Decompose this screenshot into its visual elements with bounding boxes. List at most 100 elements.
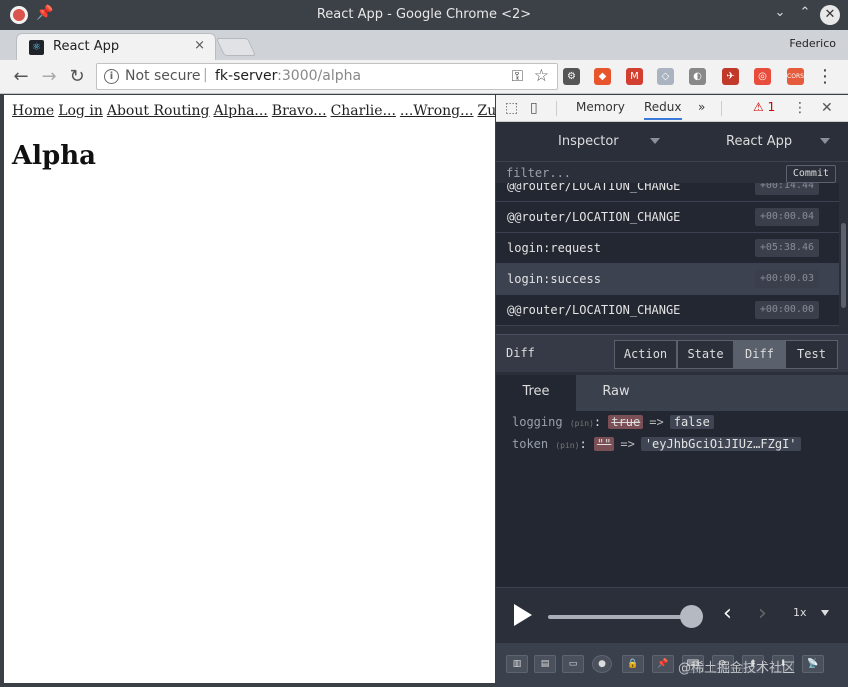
extension-target-icon[interactable]: ◎ [754,68,771,85]
speed-select[interactable]: 1x [793,606,807,619]
new-value: false [669,415,714,429]
tab-close-icon[interactable]: × [194,38,205,53]
chevron-down-icon[interactable] [820,138,830,144]
pin-icon[interactable]: 📌 [652,655,674,673]
page-title: Alpha [12,141,96,171]
maximize-icon[interactable]: ⌃ [795,5,815,20]
extension-gmail-icon[interactable]: M [626,68,643,85]
tab-memory[interactable]: Memory [576,100,625,114]
tab-react-app[interactable]: ⚛ React App × [16,33,216,60]
timeline-handle[interactable] [680,605,703,628]
nav-link[interactable]: ...Wrong... [400,103,474,119]
action-row[interactable]: @@router/LOCATION_CHANGE +00:00.00 [496,295,839,326]
chevron-down-icon[interactable] [821,610,829,616]
diff-key: logging [512,415,563,429]
extension-brave-icon[interactable]: ◆ [594,68,611,85]
left-panel-icon[interactable]: ▥ [506,655,528,673]
monitor-tab-diff[interactable]: Diff [734,340,785,369]
view-tabs: Tree Raw [496,375,848,411]
monitor-select[interactable]: Inspector [558,128,619,156]
address-bar[interactable]: i Not secure | fk-server:3000/alpha ⚿ ☆ [96,63,558,90]
bottom-panel-icon[interactable]: ▭ [562,655,584,673]
commit-button[interactable]: Commit [785,165,836,183]
view-tab-raw[interactable]: Raw [576,375,656,411]
inspector-bar: Inspector React App [496,122,848,162]
action-list: @@router/LOCATION_CHANGE +00:14.44 @@route… [496,183,839,333]
view-tab-tree[interactable]: Tree [496,375,576,411]
scrollbar-thumb[interactable] [841,223,846,308]
page-content: Home Log in About Routing Alpha... Bravo... C… [4,95,548,683]
remote-icon[interactable]: 📡 [802,655,824,673]
action-row[interactable]: @@router/LOCATION_CHANGE +00:14.44 [496,183,839,202]
warning-count-value: 1 [767,100,776,114]
extension-gear-icon[interactable]: ⚙ [563,68,580,85]
action-name: login:request [507,241,601,255]
warning-count[interactable]: ⚠ 1 [753,100,775,114]
action-time: +00:00.03 [754,270,819,288]
devtools-tabbar: ⬚ ▯ Memory Redux » ⚠ 1 ⋮ ✕ [496,95,848,122]
action-row[interactable]: login:success +00:00.03 [496,264,839,295]
nav-link[interactable]: Charlie... [331,103,396,119]
devtools-menu-icon[interactable]: ⋮ [793,100,807,116]
action-name: login:success [507,272,601,286]
info-icon[interactable]: i [104,69,119,84]
new-tab-button[interactable] [215,38,257,56]
old-value: true [608,415,644,429]
extension-dropbox-icon[interactable]: ◇ [657,68,674,85]
key-icon[interactable]: ⚿ [512,67,523,85]
action-name: @@router/LOCATION_CHANGE [507,303,681,317]
forward-arrow-icon[interactable]: → [38,66,60,87]
slider-player: ‹ › 1x [496,587,848,643]
window-title-bar: 📌 React App - Google Chrome <2> ⌄ ⌃ ✕ [0,0,848,30]
action-row[interactable]: login:request +05:38.46 [496,233,839,264]
monitor-tab-state[interactable]: State [677,340,734,369]
url-text[interactable]: fk-server:3000/alpha [215,68,361,84]
new-value: 'eyJhbGciOiJIUz…FZgI' [640,437,801,451]
chrome-menu-icon[interactable]: ⋮ [816,66,834,87]
back-arrow-icon[interactable]: ← [10,66,32,87]
action-list-scrollbar[interactable] [839,183,848,333]
pin-label: (pin) [555,441,580,450]
action-row[interactable]: @@router/LOCATION_CHANGE +00:00.04 [496,202,839,233]
window-close-icon[interactable]: ✕ [820,5,840,25]
nav-link[interactable]: Log in [58,103,103,119]
action-name: @@router/LOCATION_CHANGE [507,210,681,224]
extension-flag-icon[interactable]: ✈ [722,68,739,85]
chevron-down-icon[interactable] [650,138,660,144]
bookmark-star-icon[interactable]: ☆ [534,66,549,86]
nav-link[interactable]: About Routing [107,103,210,119]
lock-icon[interactable]: 🔒 [622,655,644,673]
monitor-label: Diff [506,346,535,360]
step-forward-icon[interactable]: › [758,601,767,626]
devtools-panel: ⬚ ▯ Memory Redux » ⚠ 1 ⋮ ✕ Inspector Rea… [496,95,848,687]
step-back-icon[interactable]: ‹ [723,601,732,626]
tab-redux[interactable]: Redux [644,100,682,120]
inspect-element-icon[interactable]: ⬚ [505,100,518,116]
nav-link[interactable]: Alpha... [214,103,268,119]
filter-input[interactable]: filter... [506,166,571,180]
minimize-icon[interactable]: ⌄ [770,5,790,20]
extension-cors-icon[interactable]: CORS [787,68,804,85]
instance-select[interactable]: React App [726,128,792,156]
monitor-tab-test[interactable]: Test [785,340,838,369]
old-value: "" [593,437,615,451]
extension-circle-icon[interactable]: ◐ [689,68,706,85]
profile-name[interactable]: Federico [789,37,836,50]
play-icon[interactable] [514,604,532,626]
tab-strip: ⚛ React App × Federico [0,30,848,60]
action-time: +05:38.46 [754,239,819,257]
right-panel-icon[interactable]: ▤ [534,655,556,673]
monitor-tab-action[interactable]: Action [614,340,677,369]
divider [721,101,722,116]
nav-bar: Home Log in About Routing Alpha... Bravo... C… [12,103,552,119]
record-icon[interactable]: ● [592,655,612,673]
security-label[interactable]: Not secure [125,68,201,84]
more-tabs-icon[interactable]: » [698,100,705,114]
nav-link[interactable]: Home [12,103,54,119]
timeline-track[interactable] [548,615,694,619]
action-time: +00:14.44 [754,183,819,195]
reload-icon[interactable]: ↻ [66,66,88,87]
nav-link[interactable]: Bravo... [272,103,327,119]
device-toolbar-icon[interactable]: ▯ [530,100,538,116]
devtools-close-icon[interactable]: ✕ [821,100,833,116]
